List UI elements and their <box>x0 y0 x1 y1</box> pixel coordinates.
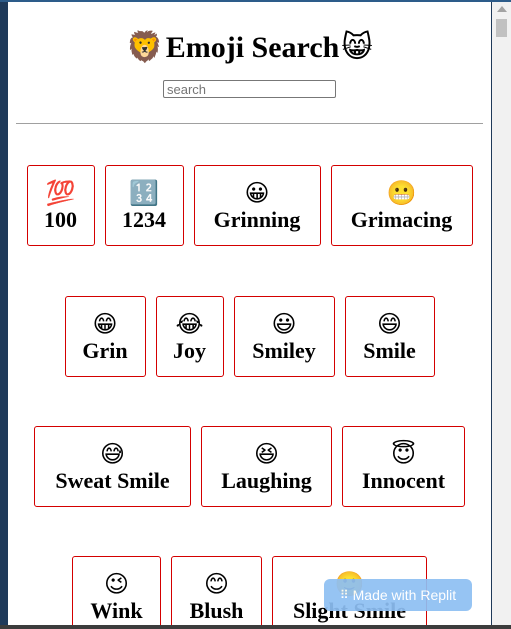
emoji-card[interactable]: 😂 Joy <box>155 296 224 377</box>
emoji-label: Grinning <box>213 206 301 232</box>
emoji-icon: 😊 <box>203 569 230 598</box>
search-input[interactable] <box>163 80 336 98</box>
emoji-card[interactable]: 😄 Smile <box>344 296 435 377</box>
scroll-thumb[interactable] <box>496 19 507 37</box>
emoji-card[interactable]: 😇 Innocent <box>342 426 465 507</box>
emoji-icon: 😆 <box>253 439 280 468</box>
search-wrapper <box>8 80 491 99</box>
page-frame: 🦁 Emoji Search 😸 💯100🔢1234😀Grinning😬Grim… <box>8 2 491 629</box>
badge-label: Made with Replit <box>352 587 457 603</box>
lion-icon: 🦁 <box>126 30 164 65</box>
page-title-text: Emoji Search <box>165 31 340 64</box>
emoji-card[interactable]: 😅 Sweat Smile <box>34 426 191 507</box>
emoji-card[interactable]: 😁 Grin <box>64 296 146 377</box>
emoji-label: Wink <box>90 597 143 623</box>
emoji-card[interactable]: 🔢 1234 <box>104 165 184 246</box>
emoji-icon: 😂 <box>175 309 204 338</box>
emoji-icon: 🔢 <box>129 178 159 207</box>
emoji-label: Blush <box>189 597 244 623</box>
results-row: 😅 Sweat Smile 😆 Laughing 😇 Innocent <box>8 426 491 507</box>
emoji-icon: 😬 <box>386 178 417 207</box>
emoji-icon: 😀 <box>244 178 270 207</box>
emoji-card[interactable]: 💯 100 <box>26 165 95 246</box>
emoji-label: Grimacing <box>350 206 453 232</box>
emoji-card[interactable]: 😉 Wink <box>72 556 161 629</box>
emoji-label: Grin <box>82 337 128 363</box>
emoji-card[interactable]: 😀 Grinning <box>193 165 321 246</box>
emoji-label: Laughing <box>221 467 312 493</box>
replit-icon: ⠿ <box>339 588 349 602</box>
emoji-icon: 😃 <box>271 309 297 338</box>
emoji-label: Smiley <box>252 337 316 363</box>
emoji-label: Sweat Smile <box>55 467 170 493</box>
emoji-label: Innocent <box>361 467 446 493</box>
emoji-icon: 😉 <box>103 569 130 598</box>
made-with-replit-badge[interactable]: ⠿ Made with Replit <box>324 579 472 611</box>
page-title: 🦁 Emoji Search 😸 <box>8 2 491 70</box>
emoji-label: 100 <box>44 206 77 232</box>
emoji-icon: 😅 <box>99 439 126 468</box>
emoji-label: 1234 <box>122 206 166 232</box>
emoji-icon: 😁 <box>92 309 118 338</box>
results-row: 😁 Grin 😂 Joy 😃 Smiley 😄 Smile <box>8 296 491 377</box>
emoji-label: Smile <box>363 337 416 363</box>
page-header: 🦁 Emoji Search 😸 <box>8 2 491 99</box>
emoji-icon: 💯 <box>45 178 76 207</box>
emoji-card[interactable]: 😬 Grimacing <box>330 165 473 246</box>
emoji-label: Joy <box>173 337 206 363</box>
emoji-card[interactable]: 😊 Blush <box>171 556 262 629</box>
results-row: 💯 100 🔢 1234 😀 Grinning 😬 Grimacing <box>8 165 491 246</box>
bottom-scrollbar <box>0 625 511 629</box>
cat-icon: 😸 <box>341 30 373 65</box>
emoji-card[interactable]: 😃 Smiley <box>233 296 335 377</box>
emoji-card[interactable]: 😆 Laughing <box>201 426 332 507</box>
emoji-icon: 😇 <box>390 439 417 468</box>
scroll-up-arrow-icon[interactable] <box>497 6 507 12</box>
divider <box>16 122 483 124</box>
emoji-icon: 😄 <box>376 309 403 338</box>
scrollbar[interactable] <box>492 2 511 629</box>
